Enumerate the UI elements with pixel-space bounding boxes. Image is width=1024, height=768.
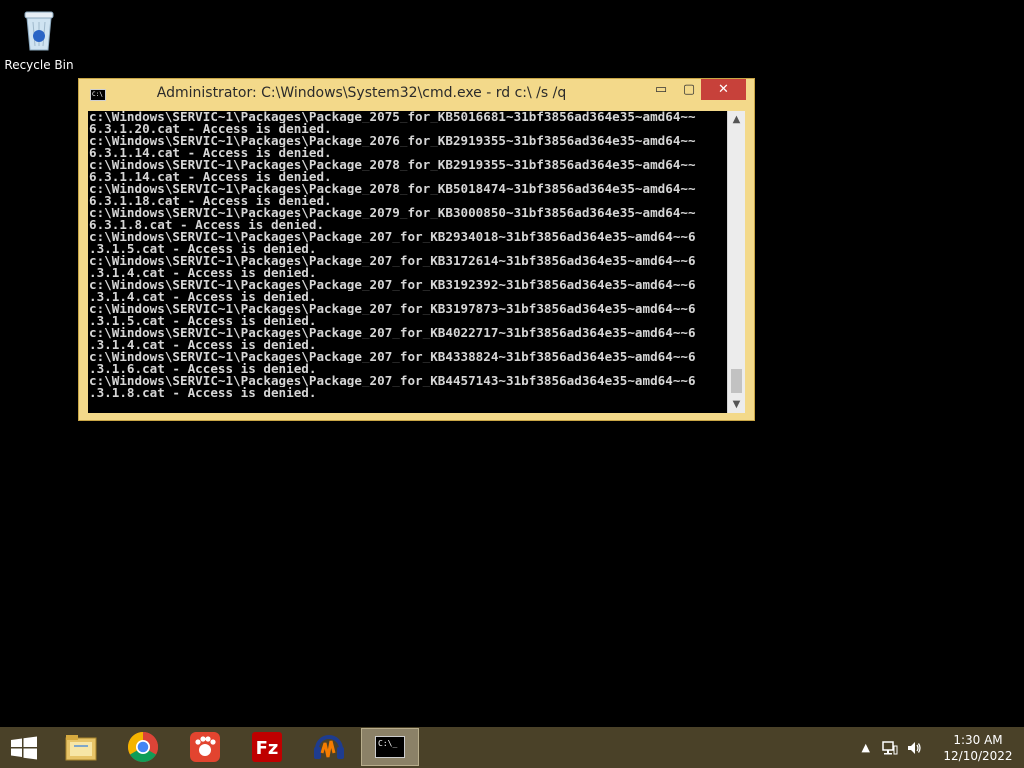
taskbar-audacity[interactable] <box>300 728 358 766</box>
scroll-up-arrow-icon[interactable]: ▲ <box>728 111 745 128</box>
window-title: Administrator: C:\Windows\System32\cmd.e… <box>156 85 567 101</box>
console-line: 6.3.1.18.cat - Access is denied. <box>89 195 332 207</box>
console-line: c:\Windows\SERVIC~1\Packages\Package_207… <box>89 255 696 267</box>
console-line: .3.1.5.cat - Access is denied. <box>89 243 317 255</box>
paw-app-icon <box>190 732 220 762</box>
console-line: c:\Windows\SERVIC~1\Packages\Package_207… <box>89 231 696 243</box>
file-explorer-icon <box>65 735 97 761</box>
taskbar-paw-app[interactable] <box>176 728 234 766</box>
console-line: c:\Windows\SERVIC~1\Packages\Package_207… <box>89 159 696 171</box>
vertical-scrollbar[interactable]: ▲ ▼ <box>727 111 745 413</box>
show-hidden-icons-icon[interactable]: ▲ <box>862 741 870 754</box>
scroll-down-arrow-icon[interactable]: ▼ <box>728 396 745 413</box>
console-line: c:\Windows\SERVIC~1\Packages\Package_207… <box>89 207 696 219</box>
filezilla-icon: Fz <box>252 732 282 762</box>
console-output[interactable]: c:\Windows\SERVIC~1\Packages\Package_207… <box>88 111 736 413</box>
system-tray: ▲ 1:30 AM 12/10/2022 <box>862 727 1024 768</box>
cmd-icon: C:\_ <box>375 736 405 758</box>
taskbar-file-explorer[interactable] <box>52 728 110 766</box>
console-line: c:\Windows\SERVIC~1\Packages\Package_207… <box>89 135 696 147</box>
console-line: .3.1.4.cat - Access is denied. <box>89 339 317 351</box>
clock-date: 12/10/2022 <box>943 748 1013 763</box>
taskbar: Fz C:\_ ▲ 1:30 AM 12/10/2022 <box>0 727 1024 768</box>
scroll-thumb[interactable] <box>731 369 742 393</box>
recycle-bin-label: Recycle Bin <box>4 58 74 72</box>
recycle-bin-icon <box>24 11 54 51</box>
cmd-window[interactable]: C:\ Administrator: C:\Windows\System32\c… <box>78 78 755 421</box>
audacity-icon <box>314 735 344 759</box>
console-line: c:\Windows\SERVIC~1\Packages\Package_207… <box>89 327 696 339</box>
network-icon[interactable] <box>882 740 898 756</box>
console-line: .3.1.4.cat - Access is denied. <box>89 267 317 279</box>
console-line: c:\Windows\SERVIC~1\Packages\Package_207… <box>89 111 696 123</box>
maximize-button[interactable]: ▢ <box>675 79 703 100</box>
console-line: 6.3.1.14.cat - Access is denied. <box>89 147 332 159</box>
console-line: .3.1.8.cat - Access is denied. <box>89 387 317 399</box>
console-line: .3.1.6.cat - Access is denied. <box>89 363 317 375</box>
title-bar[interactable]: C:\ Administrator: C:\Windows\System32\c… <box>79 79 754 111</box>
console-line: .3.1.5.cat - Access is denied. <box>89 315 317 327</box>
console-line: c:\Windows\SERVIC~1\Packages\Package_207… <box>89 375 696 387</box>
clock[interactable]: 1:30 AM 12/10/2022 <box>938 732 1018 764</box>
windows-start-icon[interactable] <box>10 736 38 760</box>
minimize-button[interactable]: ▭ <box>647 79 675 100</box>
console-line: c:\Windows\SERVIC~1\Packages\Package_207… <box>89 303 696 315</box>
clock-time: 1:30 AM <box>953 732 1003 747</box>
console-line: 6.3.1.8.cat - Access is denied. <box>89 219 325 231</box>
cmd-icon-text: C:\_ <box>378 739 398 748</box>
taskbar-filezilla[interactable]: Fz <box>238 728 296 766</box>
taskbar-cmd[interactable]: C:\_ <box>361 728 419 766</box>
console-lines: c:\Windows\SERVIC~1\Packages\Package_207… <box>89 111 729 399</box>
console-line: 6.3.1.20.cat - Access is denied. <box>89 123 332 135</box>
chrome-icon <box>127 732 159 763</box>
console-line: 6.3.1.14.cat - Access is denied. <box>89 171 332 183</box>
volume-icon[interactable] <box>906 740 922 756</box>
console-line: c:\Windows\SERVIC~1\Packages\Package_207… <box>89 183 696 195</box>
console-line: .3.1.4.cat - Access is denied. <box>89 291 317 303</box>
close-button[interactable]: ✕ <box>701 79 746 100</box>
cmd-app-icon[interactable]: C:\ <box>90 89 106 101</box>
console-line: c:\Windows\SERVIC~1\Packages\Package_207… <box>89 351 696 363</box>
console-line: c:\Windows\SERVIC~1\Packages\Package_207… <box>89 279 696 291</box>
taskbar-chrome[interactable] <box>114 728 172 766</box>
recycle-bin[interactable]: Recycle Bin <box>4 6 74 76</box>
filezilla-text: Fz <box>256 738 279 759</box>
